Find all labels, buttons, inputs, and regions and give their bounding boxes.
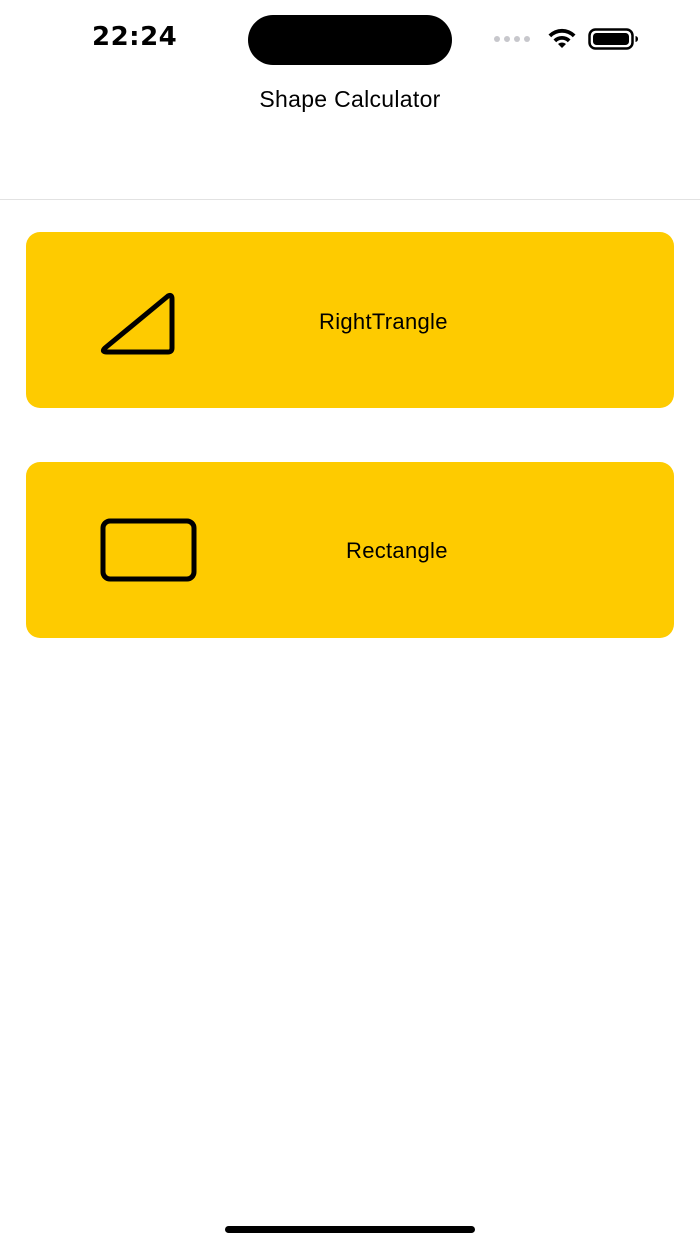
rectangle-label: Rectangle	[346, 538, 448, 563]
status-icons	[494, 26, 640, 52]
page-title: Shape Calculator	[259, 86, 441, 112]
battery-icon	[588, 28, 638, 50]
right-triangle-label: RightTrangle	[319, 309, 448, 334]
signal-dots-icon	[494, 36, 530, 42]
dynamic-island	[248, 15, 452, 65]
status-bar: 22:24	[0, 0, 700, 80]
home-indicator[interactable]	[225, 1226, 475, 1233]
right-triangle-icon	[100, 292, 175, 355]
nav-divider	[0, 199, 700, 200]
status-time: 22:24	[92, 22, 178, 52]
rectangle-icon	[100, 518, 197, 582]
wifi-icon	[548, 28, 576, 48]
rectangle-button[interactable]: Rectangle	[26, 462, 674, 638]
right-triangle-button[interactable]: RightTrangle	[26, 232, 674, 408]
